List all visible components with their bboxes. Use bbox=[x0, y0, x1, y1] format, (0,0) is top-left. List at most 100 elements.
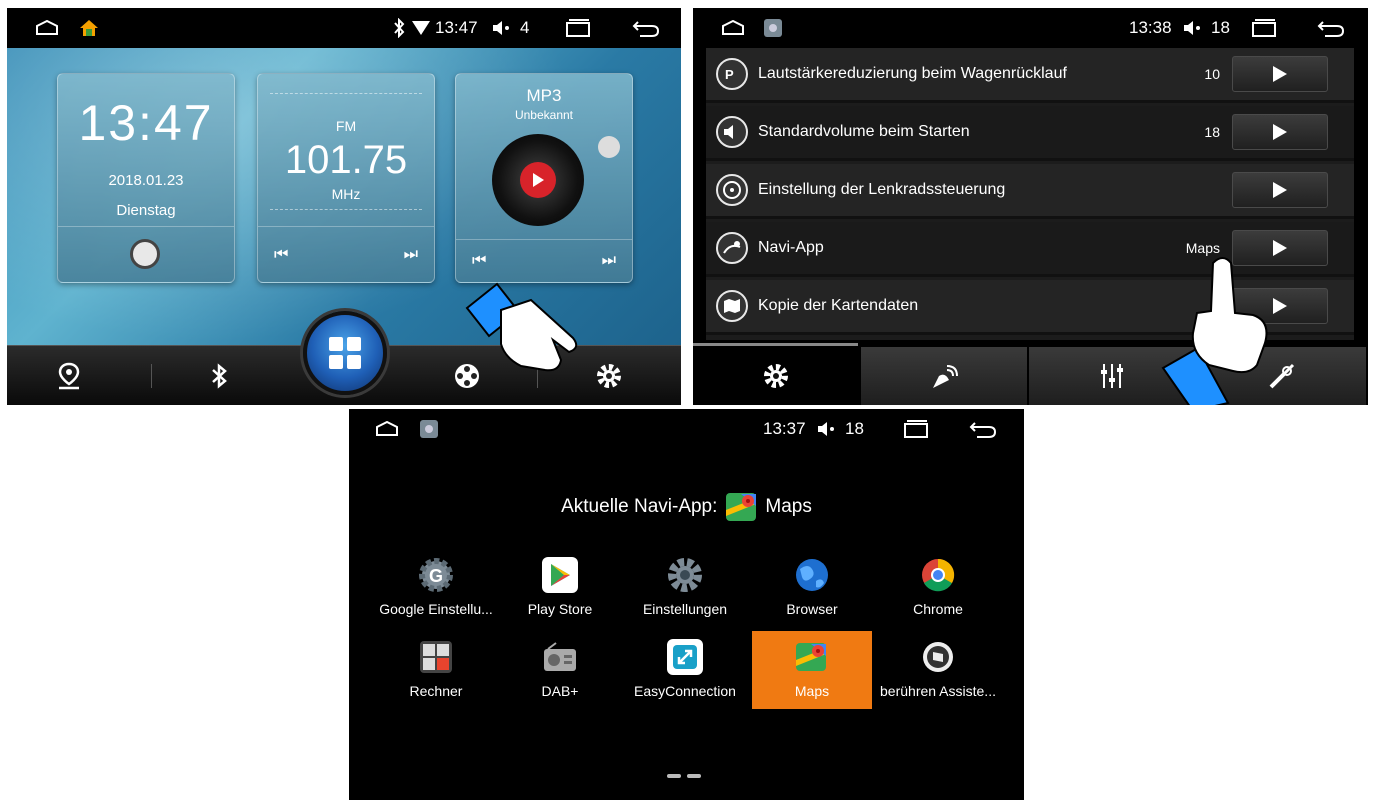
clock-settings-icon[interactable] bbox=[130, 239, 160, 269]
app-maps[interactable]: Maps bbox=[752, 631, 872, 709]
bluetooth-icon[interactable] bbox=[179, 346, 259, 405]
status-volume: 18 bbox=[1211, 18, 1230, 37]
radio-band: FM bbox=[335, 118, 357, 134]
app-calculator[interactable]: Rechner bbox=[376, 631, 496, 709]
settings-app-icon[interactable] bbox=[763, 8, 783, 48]
maps-icon bbox=[794, 639, 830, 675]
recent-apps-icon[interactable] bbox=[565, 8, 591, 48]
mp3-prev-icon[interactable]: ⏮ bbox=[472, 252, 486, 270]
recent-apps-icon[interactable] bbox=[1251, 8, 1277, 48]
mp3-artist: Unbekannt bbox=[514, 108, 574, 122]
bluetooth-status-icon bbox=[392, 8, 406, 48]
navi-app-picker-screen: 13:37 18 Aktuelle Navi-App: Maps G Googl… bbox=[349, 409, 1024, 800]
tab-satellite[interactable] bbox=[861, 347, 1029, 405]
back-icon[interactable] bbox=[1317, 8, 1345, 48]
steering-wheel-icon bbox=[716, 174, 748, 206]
apps-icon[interactable] bbox=[303, 311, 387, 395]
home-nav-icon[interactable] bbox=[375, 409, 399, 449]
map-icon bbox=[716, 290, 748, 322]
navi-title-prefix: Aktuelle Navi-App: bbox=[561, 496, 718, 517]
play-button[interactable] bbox=[1232, 114, 1328, 150]
radio-next-icon[interactable]: ⏭ bbox=[404, 246, 418, 264]
settings-row-value: 10 bbox=[1204, 66, 1220, 82]
page-dot bbox=[687, 774, 701, 778]
app-browser[interactable]: Browser bbox=[752, 549, 872, 627]
settings-row-label: Navi-App bbox=[758, 239, 824, 256]
radio-widget[interactable]: FM 101.75 MHz ⏮ ⏭ bbox=[257, 73, 435, 283]
status-bar: 13:38 18 bbox=[693, 8, 1368, 48]
play-store-icon bbox=[542, 557, 578, 593]
wifi-icon bbox=[412, 8, 430, 48]
clock-time: 13:47 bbox=[78, 95, 214, 151]
home-nav-icon[interactable] bbox=[721, 8, 745, 48]
settings-row-label: Standardvolume beim Starten bbox=[758, 123, 970, 140]
settings-row-value: 18 bbox=[1204, 124, 1220, 140]
equalizer-icon bbox=[1101, 364, 1123, 388]
mp3-next-icon[interactable]: ⏭ bbox=[602, 252, 616, 270]
app-google-settings[interactable]: G Google Einstellu... bbox=[376, 549, 496, 627]
mp3-widget[interactable]: MP3 Unbekannt ⏮ ⏭ bbox=[455, 73, 633, 283]
pointing-hand-icon bbox=[1161, 257, 1268, 405]
status-time: 13:37 bbox=[763, 419, 806, 438]
settings-row-label: Lautstärkereduzierung beim Wagenrücklauf bbox=[758, 65, 1067, 82]
settings-row-steering-wheel[interactable]: Einstellung der Lenkradssteuerung bbox=[706, 164, 1354, 219]
recent-apps-icon[interactable] bbox=[903, 409, 929, 449]
back-icon[interactable] bbox=[632, 8, 660, 48]
status-time: 13:47 bbox=[435, 18, 478, 37]
app-touch-assistant[interactable]: berühren Assiste... bbox=[878, 631, 998, 709]
volume-icon bbox=[492, 8, 510, 48]
easyconnection-icon bbox=[667, 639, 703, 675]
home-nav-icon[interactable] bbox=[35, 8, 59, 48]
clock-weekday: Dienstag bbox=[116, 202, 176, 219]
svg-text:G: G bbox=[429, 566, 443, 586]
maps-icon bbox=[725, 492, 759, 522]
radio-prev-icon[interactable]: ⏮ bbox=[274, 246, 288, 264]
settings-screen: 13:38 18 P Lautstärkereduzierung beim Wa… bbox=[693, 8, 1368, 405]
radio-icon bbox=[542, 639, 578, 675]
pointing-hand-icon bbox=[465, 282, 578, 372]
calculator-icon bbox=[418, 639, 454, 675]
status-volume: 4 bbox=[520, 18, 530, 37]
play-button[interactable] bbox=[1232, 56, 1328, 92]
clock-widget[interactable]: 13:47 2018.01.23 Dienstag bbox=[57, 73, 235, 283]
radio-unit: MHz bbox=[331, 186, 361, 202]
current-navi-app: Aktuelle Navi-App: Maps bbox=[349, 493, 1024, 521]
status-bar: 13:47 4 bbox=[7, 8, 681, 48]
navi-current-app-label: Maps bbox=[765, 496, 812, 517]
google-settings-icon: G bbox=[418, 557, 454, 593]
chrome-icon bbox=[920, 557, 956, 593]
status-volume: 18 bbox=[845, 419, 864, 438]
page-indicator bbox=[667, 774, 701, 778]
navigation-icon[interactable] bbox=[29, 346, 109, 405]
settings-row-reverse-volume[interactable]: P Lautstärkereduzierung beim Wagenrückla… bbox=[706, 48, 1354, 103]
play-icon[interactable] bbox=[520, 162, 556, 198]
page-dot-active bbox=[667, 774, 681, 778]
settings-app-icon[interactable] bbox=[419, 409, 439, 449]
app-easyconnection[interactable]: EasyConnection bbox=[625, 631, 745, 709]
home-screen: 13:47 4 13:47 2018.01.23 Dienstag FM 101… bbox=[7, 8, 681, 405]
volume-icon bbox=[1183, 8, 1201, 48]
app-chrome[interactable]: Chrome bbox=[878, 549, 998, 627]
clock-date: 2018.01.23 bbox=[108, 172, 184, 189]
status-time: 13:38 bbox=[1129, 18, 1172, 37]
back-icon[interactable] bbox=[969, 409, 997, 449]
app-dab[interactable]: DAB+ bbox=[500, 631, 620, 709]
tonearm-icon bbox=[598, 136, 620, 158]
app-settings[interactable]: Einstellungen bbox=[625, 549, 745, 627]
app-play-store[interactable]: Play Store bbox=[500, 549, 620, 627]
radio-frequency: 101.75 bbox=[284, 138, 408, 182]
settings-row-start-volume[interactable]: Standardvolume beim Starten 18 bbox=[706, 106, 1354, 161]
settings-row-label: Einstellung der Lenkradssteuerung bbox=[758, 181, 1006, 198]
satellite-icon bbox=[933, 365, 958, 388]
tab-general[interactable] bbox=[693, 347, 861, 405]
navi-icon bbox=[716, 232, 748, 264]
settings-gear-icon bbox=[764, 364, 788, 388]
touch-assistant-icon bbox=[920, 639, 956, 675]
status-bar: 13:37 18 bbox=[349, 409, 1024, 449]
globe-icon bbox=[794, 557, 830, 593]
play-button[interactable] bbox=[1232, 172, 1328, 208]
settings-row-label: Kopie der Kartendaten bbox=[758, 297, 919, 314]
launcher-app-icon[interactable] bbox=[79, 8, 99, 48]
speaker-icon bbox=[716, 116, 748, 148]
settings-icon bbox=[667, 557, 703, 593]
